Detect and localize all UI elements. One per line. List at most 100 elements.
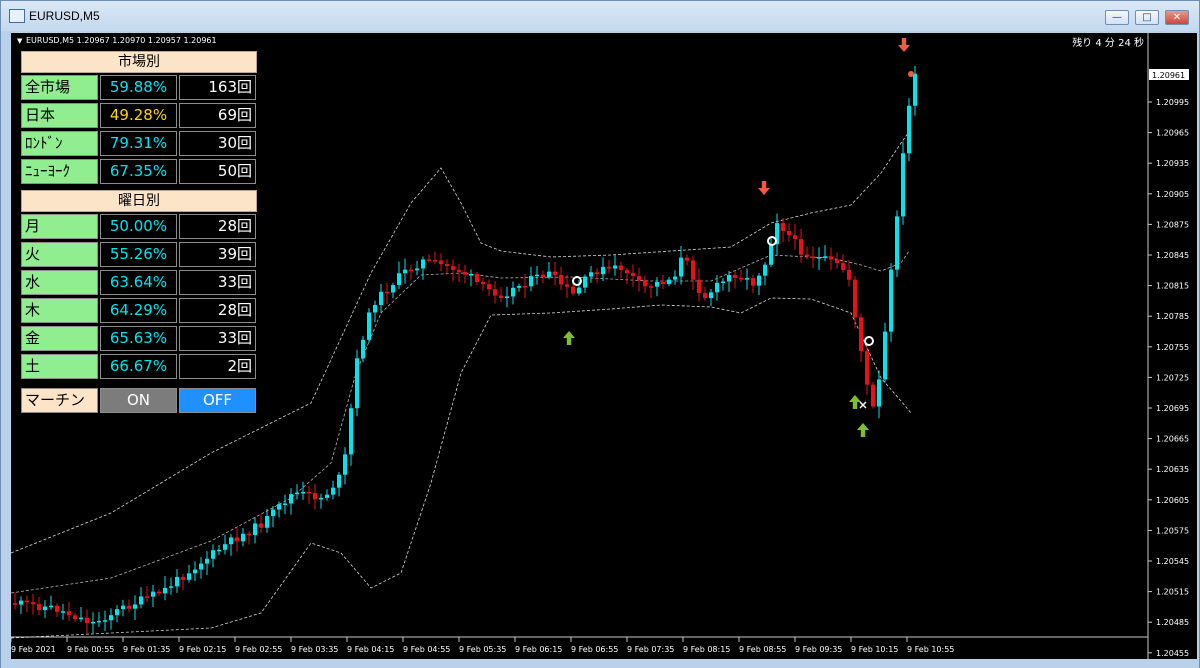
candle-body bbox=[235, 537, 239, 542]
candle-body bbox=[733, 274, 737, 278]
time-axis-labels: 9 Feb 2021 9 Feb 00:55 9 Feb 01:35 9 Feb 02… bbox=[11, 637, 954, 654]
candle-body bbox=[403, 269, 407, 274]
buy-signal-arrow-icon bbox=[849, 395, 861, 409]
price-label: 1.20635 bbox=[1156, 465, 1189, 474]
candle-body bbox=[685, 257, 689, 261]
candle-body bbox=[871, 384, 875, 407]
candle-body bbox=[493, 289, 497, 296]
candle-body bbox=[817, 257, 821, 259]
market-row-name: ﾆｭｰﾖｰｸ bbox=[21, 159, 98, 184]
candle-body bbox=[109, 615, 113, 621]
time-label: 9 Feb 01:35 bbox=[123, 645, 170, 654]
candle-body bbox=[805, 254, 809, 257]
candle-body bbox=[631, 273, 635, 277]
candle-body bbox=[283, 503, 287, 505]
title-bar[interactable]: EURUSD,M5 — □ ✕ bbox=[1, 1, 1199, 31]
minimize-button[interactable]: — bbox=[1105, 10, 1129, 25]
market-row-name: ﾛﾝﾄﾞﾝ bbox=[21, 131, 98, 156]
market-row-percent: 49.28% bbox=[100, 103, 177, 128]
weekday-row-percent: 63.64% bbox=[100, 270, 177, 295]
martin-on-button[interactable]: ON bbox=[100, 388, 177, 413]
candle-body bbox=[823, 256, 827, 258]
candle-body bbox=[121, 605, 125, 610]
candle-body bbox=[523, 285, 527, 288]
price-label: 1.20485 bbox=[1156, 618, 1189, 627]
candle-body bbox=[553, 271, 557, 276]
candle-body bbox=[133, 604, 137, 609]
candle-body bbox=[31, 602, 35, 605]
candle-body bbox=[253, 523, 257, 536]
candle-body bbox=[445, 264, 449, 267]
candle-body bbox=[205, 558, 209, 564]
candle-body bbox=[37, 604, 41, 611]
close-button[interactable]: ✕ bbox=[1165, 10, 1189, 25]
candle-body bbox=[127, 605, 131, 609]
candle-body bbox=[343, 454, 347, 475]
candle-body bbox=[397, 273, 401, 286]
time-label: 9 Feb 04:55 bbox=[403, 645, 450, 654]
weekday-row-name: 土 bbox=[21, 354, 98, 379]
candle-body bbox=[193, 569, 197, 574]
price-label: 1.20605 bbox=[1156, 496, 1189, 505]
market-header: 市場別 bbox=[21, 51, 257, 73]
candle-body bbox=[571, 286, 575, 294]
candle-body bbox=[433, 260, 437, 262]
candle-body bbox=[607, 266, 611, 269]
candle-body bbox=[289, 494, 293, 504]
candle-body bbox=[637, 276, 641, 281]
candle-body bbox=[769, 244, 773, 265]
candle-body bbox=[241, 533, 245, 542]
candle-body bbox=[583, 276, 587, 288]
time-label: 9 Feb 06:55 bbox=[571, 645, 618, 654]
candle-body bbox=[829, 256, 833, 260]
price-label: 1.20455 bbox=[1156, 649, 1189, 658]
price-label: 1.20785 bbox=[1156, 312, 1189, 321]
price-label: 1.20995 bbox=[1156, 98, 1189, 107]
candle-body bbox=[391, 285, 395, 293]
candle-body bbox=[703, 293, 707, 299]
candle-body bbox=[103, 620, 107, 622]
candle-body bbox=[265, 516, 269, 528]
maximize-button[interactable]: □ bbox=[1135, 10, 1159, 25]
weekday-row-count: 39回 bbox=[179, 242, 256, 267]
candle-body bbox=[901, 153, 905, 217]
candle-body bbox=[385, 291, 389, 294]
time-label: 9 Feb 07:35 bbox=[627, 645, 674, 654]
candle-body bbox=[247, 533, 251, 536]
time-label: 9 Feb 10:55 bbox=[907, 645, 954, 654]
martin-label: マーチン bbox=[21, 388, 98, 413]
buy-signal-arrow-icon bbox=[857, 423, 869, 437]
market-row-name: 日本 bbox=[21, 103, 98, 128]
candle-body bbox=[73, 615, 77, 620]
entry-circle-icon bbox=[767, 236, 777, 246]
candle-body bbox=[889, 269, 893, 332]
candle-body bbox=[295, 492, 299, 495]
candle-body bbox=[415, 268, 419, 271]
price-label: 1.20965 bbox=[1156, 129, 1189, 138]
candle-body bbox=[361, 339, 365, 359]
candle-body bbox=[535, 274, 539, 277]
candle-body bbox=[367, 312, 371, 340]
weekday-row-count: 28回 bbox=[179, 298, 256, 323]
candle-body bbox=[25, 600, 29, 603]
price-chart[interactable]: ▼ EURUSD,M5 1.20967 1.20970 1.20957 1.20… bbox=[11, 33, 1197, 659]
chart-collapse-icon[interactable]: ▼ bbox=[17, 37, 23, 45]
candle-body bbox=[451, 266, 455, 270]
price-label: 1.20515 bbox=[1156, 588, 1189, 597]
candle-body bbox=[895, 216, 899, 270]
candle-body bbox=[481, 281, 485, 285]
candle-body bbox=[151, 591, 155, 597]
candle-body bbox=[559, 275, 563, 285]
price-label: 1.20845 bbox=[1156, 251, 1189, 260]
price-label: 1.20665 bbox=[1156, 435, 1189, 444]
candle-body bbox=[673, 276, 677, 280]
candle-body bbox=[187, 573, 191, 580]
candle-body bbox=[787, 231, 791, 236]
exit-cross-icon bbox=[859, 401, 867, 409]
martin-off-button[interactable]: OFF bbox=[179, 388, 256, 413]
current-price-label: 1.20961 bbox=[1152, 71, 1185, 80]
price-label: 1.20905 bbox=[1156, 190, 1189, 199]
market-row-count: 69回 bbox=[179, 103, 256, 128]
weekday-row-percent: 66.67% bbox=[100, 354, 177, 379]
time-label: 9 Feb 04:15 bbox=[347, 645, 394, 654]
